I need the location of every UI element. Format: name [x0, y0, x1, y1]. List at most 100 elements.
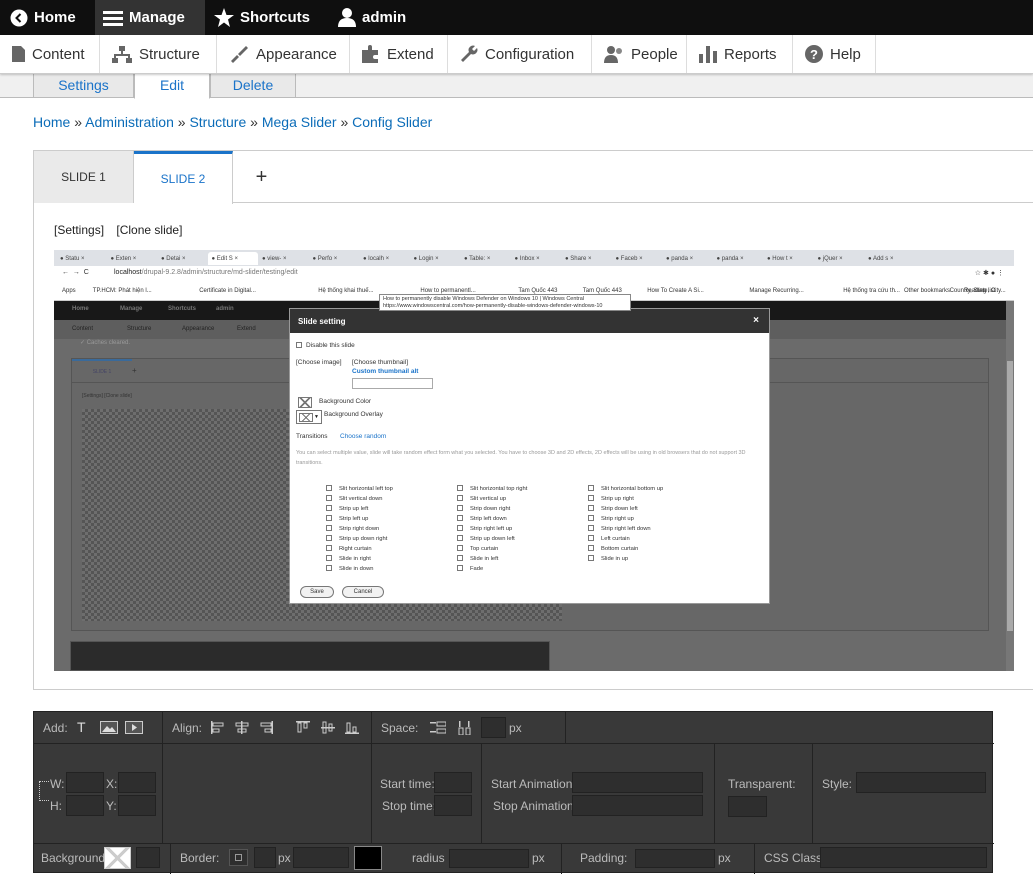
align-middle-icon[interactable] [321, 721, 335, 737]
checkbox[interactable] [326, 565, 332, 572]
choose-thumbnail-link[interactable]: [Choose thumbnail] [352, 359, 408, 366]
transition-option[interactable]: Slide in right [326, 554, 393, 564]
tab-edit[interactable]: Edit [134, 72, 210, 99]
tab-delete[interactable]: Delete [210, 72, 296, 98]
checkbox[interactable] [457, 525, 463, 532]
checkbox[interactable] [326, 495, 332, 502]
css-class-input[interactable] [820, 847, 987, 868]
transition-option[interactable]: Slide in down [326, 564, 393, 574]
space-horizontal-icon[interactable] [458, 721, 471, 738]
transition-option[interactable]: Left curtain [588, 534, 663, 544]
bg-overlay-picker[interactable]: ▼ [296, 410, 322, 424]
add-slide-button[interactable]: + [249, 151, 274, 203]
cancel-button[interactable]: Cancel [342, 586, 384, 598]
radius-inputs[interactable] [449, 849, 529, 868]
breadcrumb-mega-slider[interactable]: Mega Slider [262, 114, 337, 130]
transition-option[interactable]: Strip right up [588, 514, 663, 524]
toolbar-home[interactable]: Home [10, 0, 76, 35]
tray-configuration[interactable]: Configuration [448, 35, 592, 73]
y-input[interactable] [118, 795, 156, 816]
transition-option[interactable]: Strip up down left [457, 534, 527, 544]
transition-option[interactable]: Top curtain [457, 544, 527, 554]
breadcrumb-home[interactable]: Home [33, 114, 70, 130]
checkbox[interactable] [326, 525, 332, 532]
align-center-icon[interactable] [235, 721, 249, 737]
transition-option[interactable]: Strip left down [457, 514, 527, 524]
checkbox[interactable] [326, 505, 332, 512]
disable-slide-checkbox[interactable]: Disable this slide [296, 342, 355, 349]
save-button[interactable]: Save [300, 586, 334, 598]
choose-random-link[interactable]: Choose random [340, 433, 386, 440]
choose-image-link[interactable]: [Choose image] [296, 359, 342, 366]
tray-people[interactable]: People [592, 35, 687, 73]
stop-animation-select[interactable] [572, 795, 703, 816]
transition-option[interactable]: Strip up left [326, 504, 393, 514]
checkbox[interactable] [457, 515, 463, 522]
transition-option[interactable]: Slide in left [457, 554, 527, 564]
tab-settings[interactable]: Settings [33, 72, 134, 98]
transition-option[interactable]: Fade [457, 564, 527, 574]
thumbnail-alt-input[interactable] [352, 378, 433, 389]
transition-option[interactable]: Strip down left [588, 504, 663, 514]
checkbox[interactable] [326, 555, 332, 562]
transition-option[interactable]: Strip right left down [588, 524, 663, 534]
transition-option[interactable]: Bottom curtain [588, 544, 663, 554]
clone-slide-link[interactable]: [Clone slide] [116, 223, 182, 237]
space-input[interactable] [481, 717, 506, 738]
tray-content[interactable]: Content [0, 35, 100, 73]
background-opacity-input[interactable] [136, 847, 160, 868]
style-select[interactable] [856, 772, 986, 793]
tray-reports[interactable]: Reports [687, 35, 793, 73]
checkbox[interactable] [457, 485, 463, 492]
checkbox[interactable] [326, 535, 332, 542]
add-image-icon[interactable] [100, 721, 118, 734]
checkbox[interactable] [326, 545, 332, 552]
transition-option[interactable]: Strip right left up [457, 524, 527, 534]
checkbox[interactable] [588, 515, 594, 522]
slide-settings-link[interactable]: [Settings] [54, 223, 104, 237]
toolbar-shortcuts[interactable]: Shortcuts [214, 0, 310, 35]
add-text-icon[interactable]: T [77, 719, 86, 735]
border-style-button[interactable] [229, 849, 248, 866]
checkbox[interactable] [588, 485, 594, 492]
breadcrumb-administration[interactable]: Administration [85, 114, 174, 130]
slide-tab-2[interactable]: SLIDE 2 [134, 151, 233, 204]
align-bottom-icon[interactable] [345, 721, 359, 737]
x-input[interactable] [118, 772, 156, 793]
checkbox[interactable] [588, 545, 594, 552]
padding-inputs[interactable] [635, 849, 715, 868]
checkbox[interactable] [457, 505, 463, 512]
checkbox[interactable] [588, 505, 594, 512]
transition-option[interactable]: Strip left up [326, 514, 393, 524]
stop-time-input[interactable] [434, 795, 472, 816]
checkbox[interactable] [588, 555, 594, 562]
border-color-swatch[interactable] [354, 846, 382, 870]
align-right-icon[interactable] [259, 721, 273, 737]
border-type-select[interactable] [293, 847, 349, 868]
transition-option[interactable]: Slide in up [588, 554, 663, 564]
checkbox[interactable] [588, 495, 594, 502]
transition-option[interactable]: Slit vertical down [326, 494, 393, 504]
transition-option[interactable]: Strip down right [457, 504, 527, 514]
checkbox[interactable] [457, 495, 463, 502]
tray-structure[interactable]: Structure [100, 35, 217, 73]
transparent-input[interactable] [728, 796, 767, 817]
checkbox[interactable] [457, 545, 463, 552]
add-video-icon[interactable] [125, 721, 143, 734]
close-icon[interactable]: × [753, 315, 759, 326]
transition-option[interactable]: Strip up down right [326, 534, 393, 544]
checkbox[interactable] [457, 535, 463, 542]
background-color-swatch[interactable] [104, 847, 131, 869]
transition-option[interactable]: Slit vertical up [457, 494, 527, 504]
border-width-input[interactable] [254, 847, 276, 868]
height-input[interactable] [66, 795, 104, 816]
breadcrumb-config-slider[interactable]: Config Slider [352, 114, 432, 130]
breadcrumb-structure[interactable]: Structure [189, 114, 246, 130]
width-input[interactable] [66, 772, 104, 793]
transition-option[interactable]: Right curtain [326, 544, 393, 554]
bg-color-swatch[interactable] [298, 397, 312, 408]
toolbar-user[interactable]: admin [338, 0, 406, 35]
link-dimensions-icon[interactable] [39, 781, 49, 801]
transition-option[interactable]: Slit horizontal top right [457, 484, 527, 494]
transition-option[interactable]: Strip right down [326, 524, 393, 534]
